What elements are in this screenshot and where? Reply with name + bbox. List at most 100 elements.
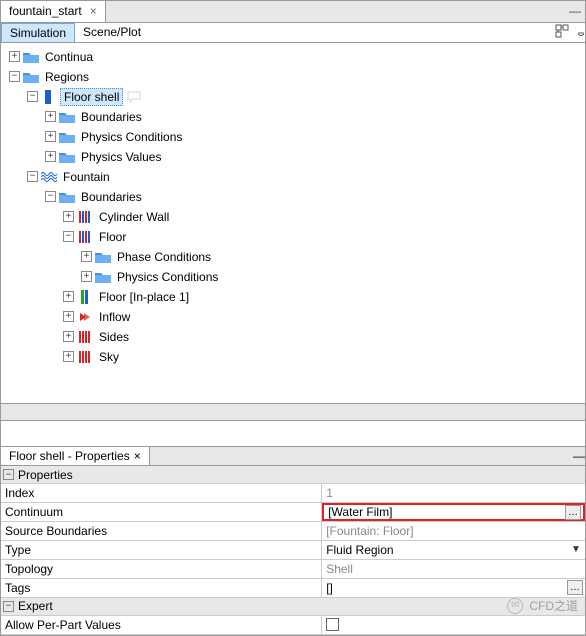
group-label: Expert (18, 599, 53, 613)
tree-node-cylinder-wall[interactable]: + Cylinder Wall (5, 207, 585, 227)
section-tab-bar: Simulation Scene/Plot (1, 23, 585, 43)
tree-label: Sides (96, 329, 132, 345)
folder-icon (23, 50, 39, 64)
prop-val-text: [] (326, 581, 333, 595)
expand-icon[interactable]: + (81, 271, 92, 282)
group-properties[interactable]: − Properties (1, 466, 585, 484)
prop-key: Index (1, 484, 322, 502)
collapse-icon[interactable]: − (3, 601, 14, 612)
tree-node-physics-conditions[interactable]: + Physics Conditions (5, 127, 585, 147)
tree-label: Sky (96, 349, 122, 365)
tree-node-sides[interactable]: + Sides (5, 327, 585, 347)
tree-label: Boundaries (78, 189, 145, 205)
tree-label: Physics Conditions (114, 269, 221, 285)
prop-row-allow-per-part: Allow Per-Part Values (1, 616, 585, 635)
tree-label: Boundaries (78, 109, 145, 125)
group-expert[interactable]: − Expert (1, 598, 585, 616)
tree-label: Physics Conditions (78, 129, 185, 145)
ellipsis-button[interactable]: … (565, 505, 581, 520)
prop-val-text: Fluid Region (326, 543, 393, 557)
tree-node-physics-conditions-floor[interactable]: + Physics Conditions (5, 267, 585, 287)
boundary-inflow-icon (77, 310, 93, 324)
tree-footer-strip (1, 403, 585, 421)
collapse-icon[interactable]: − (3, 469, 14, 480)
collapse-icon[interactable]: − (45, 191, 56, 202)
prop-key: Continuum (1, 503, 322, 521)
tree-node-physics-values[interactable]: + Physics Values (5, 147, 585, 167)
boundary-sky-icon (77, 350, 93, 364)
chevron-down-icon[interactable]: ▼ (569, 544, 583, 555)
region-shell-icon (41, 90, 57, 104)
expand-icon[interactable]: + (63, 291, 74, 302)
tree-node-floor-shell[interactable]: − Floor shell (5, 87, 585, 107)
prop-key: Source Boundaries (1, 522, 322, 540)
file-tab-label: fountain_start (9, 4, 82, 18)
prop-val-topology: Shell (322, 560, 585, 578)
checkbox-allow-per-part[interactable] (326, 618, 339, 631)
tree-node-phase-conditions[interactable]: + Phase Conditions (5, 247, 585, 267)
expand-icon[interactable]: + (9, 51, 20, 62)
tab-label: Scene/Plot (83, 25, 141, 39)
expand-icon[interactable]: + (45, 151, 56, 162)
folder-icon (59, 130, 75, 144)
tree-node-floor-inplace[interactable]: + Floor [In-place 1] (5, 287, 585, 307)
tree-node-fountain[interactable]: − Fountain (5, 167, 585, 187)
expand-icon[interactable]: + (45, 111, 56, 122)
tree-node-boundaries[interactable]: + Boundaries (5, 107, 585, 127)
tree-node-continua[interactable]: + Continua (5, 47, 585, 67)
tree-node-fountain-boundaries[interactable]: − Boundaries (5, 187, 585, 207)
tab-label: Simulation (10, 26, 66, 40)
tree-label: Continua (42, 49, 96, 65)
tab-simulation[interactable]: Simulation (1, 23, 75, 42)
expand-icon[interactable]: + (63, 211, 74, 222)
tree-label: Floor [In-place 1] (96, 289, 192, 305)
tree-label: Floor shell (60, 88, 123, 106)
prop-val-continuum[interactable]: [Water Film] … (322, 503, 585, 521)
expand-icon[interactable]: + (81, 251, 92, 262)
collapse-icon[interactable]: − (9, 71, 20, 82)
collapse-icon[interactable]: − (27, 91, 38, 102)
tree-label: Fountain (60, 169, 113, 185)
tab-scene-plot[interactable]: Scene/Plot (75, 23, 149, 42)
folder-icon (95, 250, 111, 264)
file-tab-bar: fountain_start × — (1, 1, 585, 23)
view-mode-icon[interactable] (555, 24, 577, 41)
tree-label: Inflow (96, 309, 133, 325)
tree-label: Phase Conditions (114, 249, 214, 265)
expand-icon[interactable]: + (45, 131, 56, 142)
prop-val-tags[interactable]: [] … (322, 579, 585, 597)
prop-key: Tags (1, 579, 322, 597)
close-icon[interactable]: × (90, 4, 97, 18)
boundary-wall-icon (77, 210, 93, 224)
tree-label: Floor (96, 229, 129, 245)
close-icon[interactable]: × (134, 449, 141, 463)
prop-val-index: 1 (322, 484, 585, 502)
ellipsis-button[interactable]: … (567, 580, 583, 595)
prop-val-type[interactable]: Fluid Region ▼ (322, 541, 585, 559)
prop-val-allow[interactable] (322, 616, 585, 634)
prop-row-index: Index 1 (1, 484, 585, 503)
prop-row-type: Type Fluid Region ▼ (1, 541, 585, 560)
properties-title-tab[interactable]: Floor shell - Properties × (1, 447, 150, 465)
group-label: Properties (18, 468, 73, 482)
tree-node-inflow[interactable]: + Inflow (5, 307, 585, 327)
tree-label: Physics Values (78, 149, 164, 165)
folder-icon (59, 110, 75, 124)
chat-icon[interactable] (126, 90, 142, 104)
tree-node-floor[interactable]: − Floor (5, 227, 585, 247)
boundary-sides-icon (77, 330, 93, 344)
minimize-icon[interactable]: — (565, 2, 585, 20)
collapse-icon[interactable]: − (63, 231, 74, 242)
expand-icon[interactable]: + (63, 351, 74, 362)
simulation-tree[interactable]: + Continua − Regions − Floor shell + Bou… (1, 43, 585, 403)
expand-icon[interactable]: + (63, 331, 74, 342)
prop-key: Topology (1, 560, 322, 578)
minimize-icon[interactable]: — (573, 449, 585, 463)
file-tab-fountain-start[interactable]: fountain_start × (1, 1, 106, 22)
folder-icon (95, 270, 111, 284)
collapse-icon[interactable]: − (27, 171, 38, 182)
dropdown-icon[interactable] (577, 25, 585, 39)
expand-icon[interactable]: + (63, 311, 74, 322)
tree-node-regions[interactable]: − Regions (5, 67, 585, 87)
tree-node-sky[interactable]: + Sky (5, 347, 585, 367)
